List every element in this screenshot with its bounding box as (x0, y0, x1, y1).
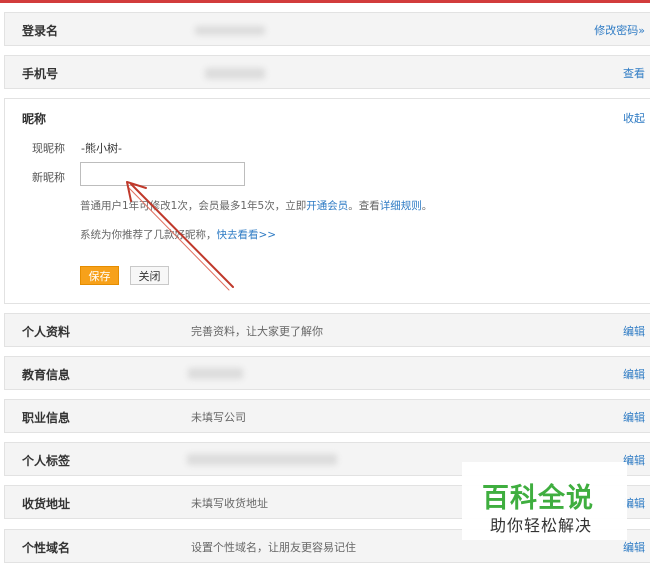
hint-text-1: 普通用户1年可修改1次，会员最多1年5次，立即 (80, 200, 307, 212)
row-career: 职业信息 未填写公司 编辑 (4, 399, 650, 433)
row-phone: 手机号 查看 (4, 55, 650, 89)
top-accent-line (0, 0, 650, 3)
career-value: 未填写公司 (191, 411, 246, 424)
edit-career-link[interactable]: 编辑 (623, 409, 645, 425)
view-phone-link[interactable]: 查看 (623, 65, 645, 81)
address-value: 未填写收货地址 (191, 497, 268, 510)
new-nickname-label: 新昵称 (32, 171, 65, 184)
current-nickname-value: -熊小树- (81, 142, 122, 155)
baike-watermark-logo: 百科全说 助你轻松解决 (462, 462, 627, 540)
custom-domain-label: 个性域名 (22, 541, 71, 555)
close-button[interactable]: 关闭 (130, 266, 169, 285)
edit-custom-domain-link[interactable]: 编辑 (623, 539, 645, 555)
row-profile: 个人资料 完善资料，让大家更了解你 编辑 (4, 313, 650, 347)
row-education: 教育信息 编辑 (4, 356, 650, 390)
nickname-rule-hint: 普通用户1年可修改1次，会员最多1年5次，立即开通会员。查看详细规则。 (80, 198, 432, 213)
redacted-phone (205, 68, 265, 79)
new-nickname-input[interactable] (80, 162, 245, 186)
current-nickname-label: 现昵称 (32, 142, 65, 155)
career-label: 职业信息 (22, 411, 71, 425)
hint-text-2: 。查看 (348, 200, 380, 212)
address-label: 收货地址 (22, 497, 71, 511)
edit-education-link[interactable]: 编辑 (623, 366, 645, 382)
watermark-subtitle: 助你轻松解决 (490, 516, 593, 535)
watermark-title: 百科全说 (482, 483, 594, 514)
education-label: 教育信息 (22, 368, 71, 382)
custom-domain-value: 设置个性域名，让朋友更容易记住 (191, 541, 356, 554)
nickname-title: 昵称 (22, 112, 47, 126)
redacted-education (188, 368, 243, 379)
row-login-name: 登录名 修改密码» (4, 12, 650, 46)
save-button[interactable]: 保存 (80, 266, 119, 285)
profile-label: 个人资料 (22, 325, 71, 339)
detailed-rules-link[interactable]: 详细规则 (380, 200, 422, 212)
tags-label: 个人标签 (22, 454, 71, 468)
suggestion-text: 系统为你推荐了几款好昵称， (80, 229, 217, 241)
redacted-login-name (195, 26, 265, 35)
edit-profile-link[interactable]: 编辑 (623, 323, 645, 339)
change-password-link[interactable]: 修改密码» (594, 22, 645, 38)
open-membership-link[interactable]: 开通会员 (306, 200, 348, 212)
collapse-link[interactable]: 收起 (623, 110, 645, 126)
phone-label: 手机号 (22, 67, 59, 81)
nickname-suggestion-hint: 系统为你推荐了几款好昵称，快去看看>> (80, 227, 276, 242)
login-name-label: 登录名 (22, 24, 59, 38)
profile-value: 完善资料，让大家更了解你 (191, 325, 323, 338)
hint-text-3: 。 (421, 200, 433, 212)
nickname-panel: 昵称 收起 现昵称 -熊小树- 新昵称 普通用户1年可修改1次，会员最多1年5次… (4, 98, 650, 304)
view-suggestions-link[interactable]: 快去看看>> (217, 229, 277, 241)
redacted-tags (187, 454, 337, 465)
